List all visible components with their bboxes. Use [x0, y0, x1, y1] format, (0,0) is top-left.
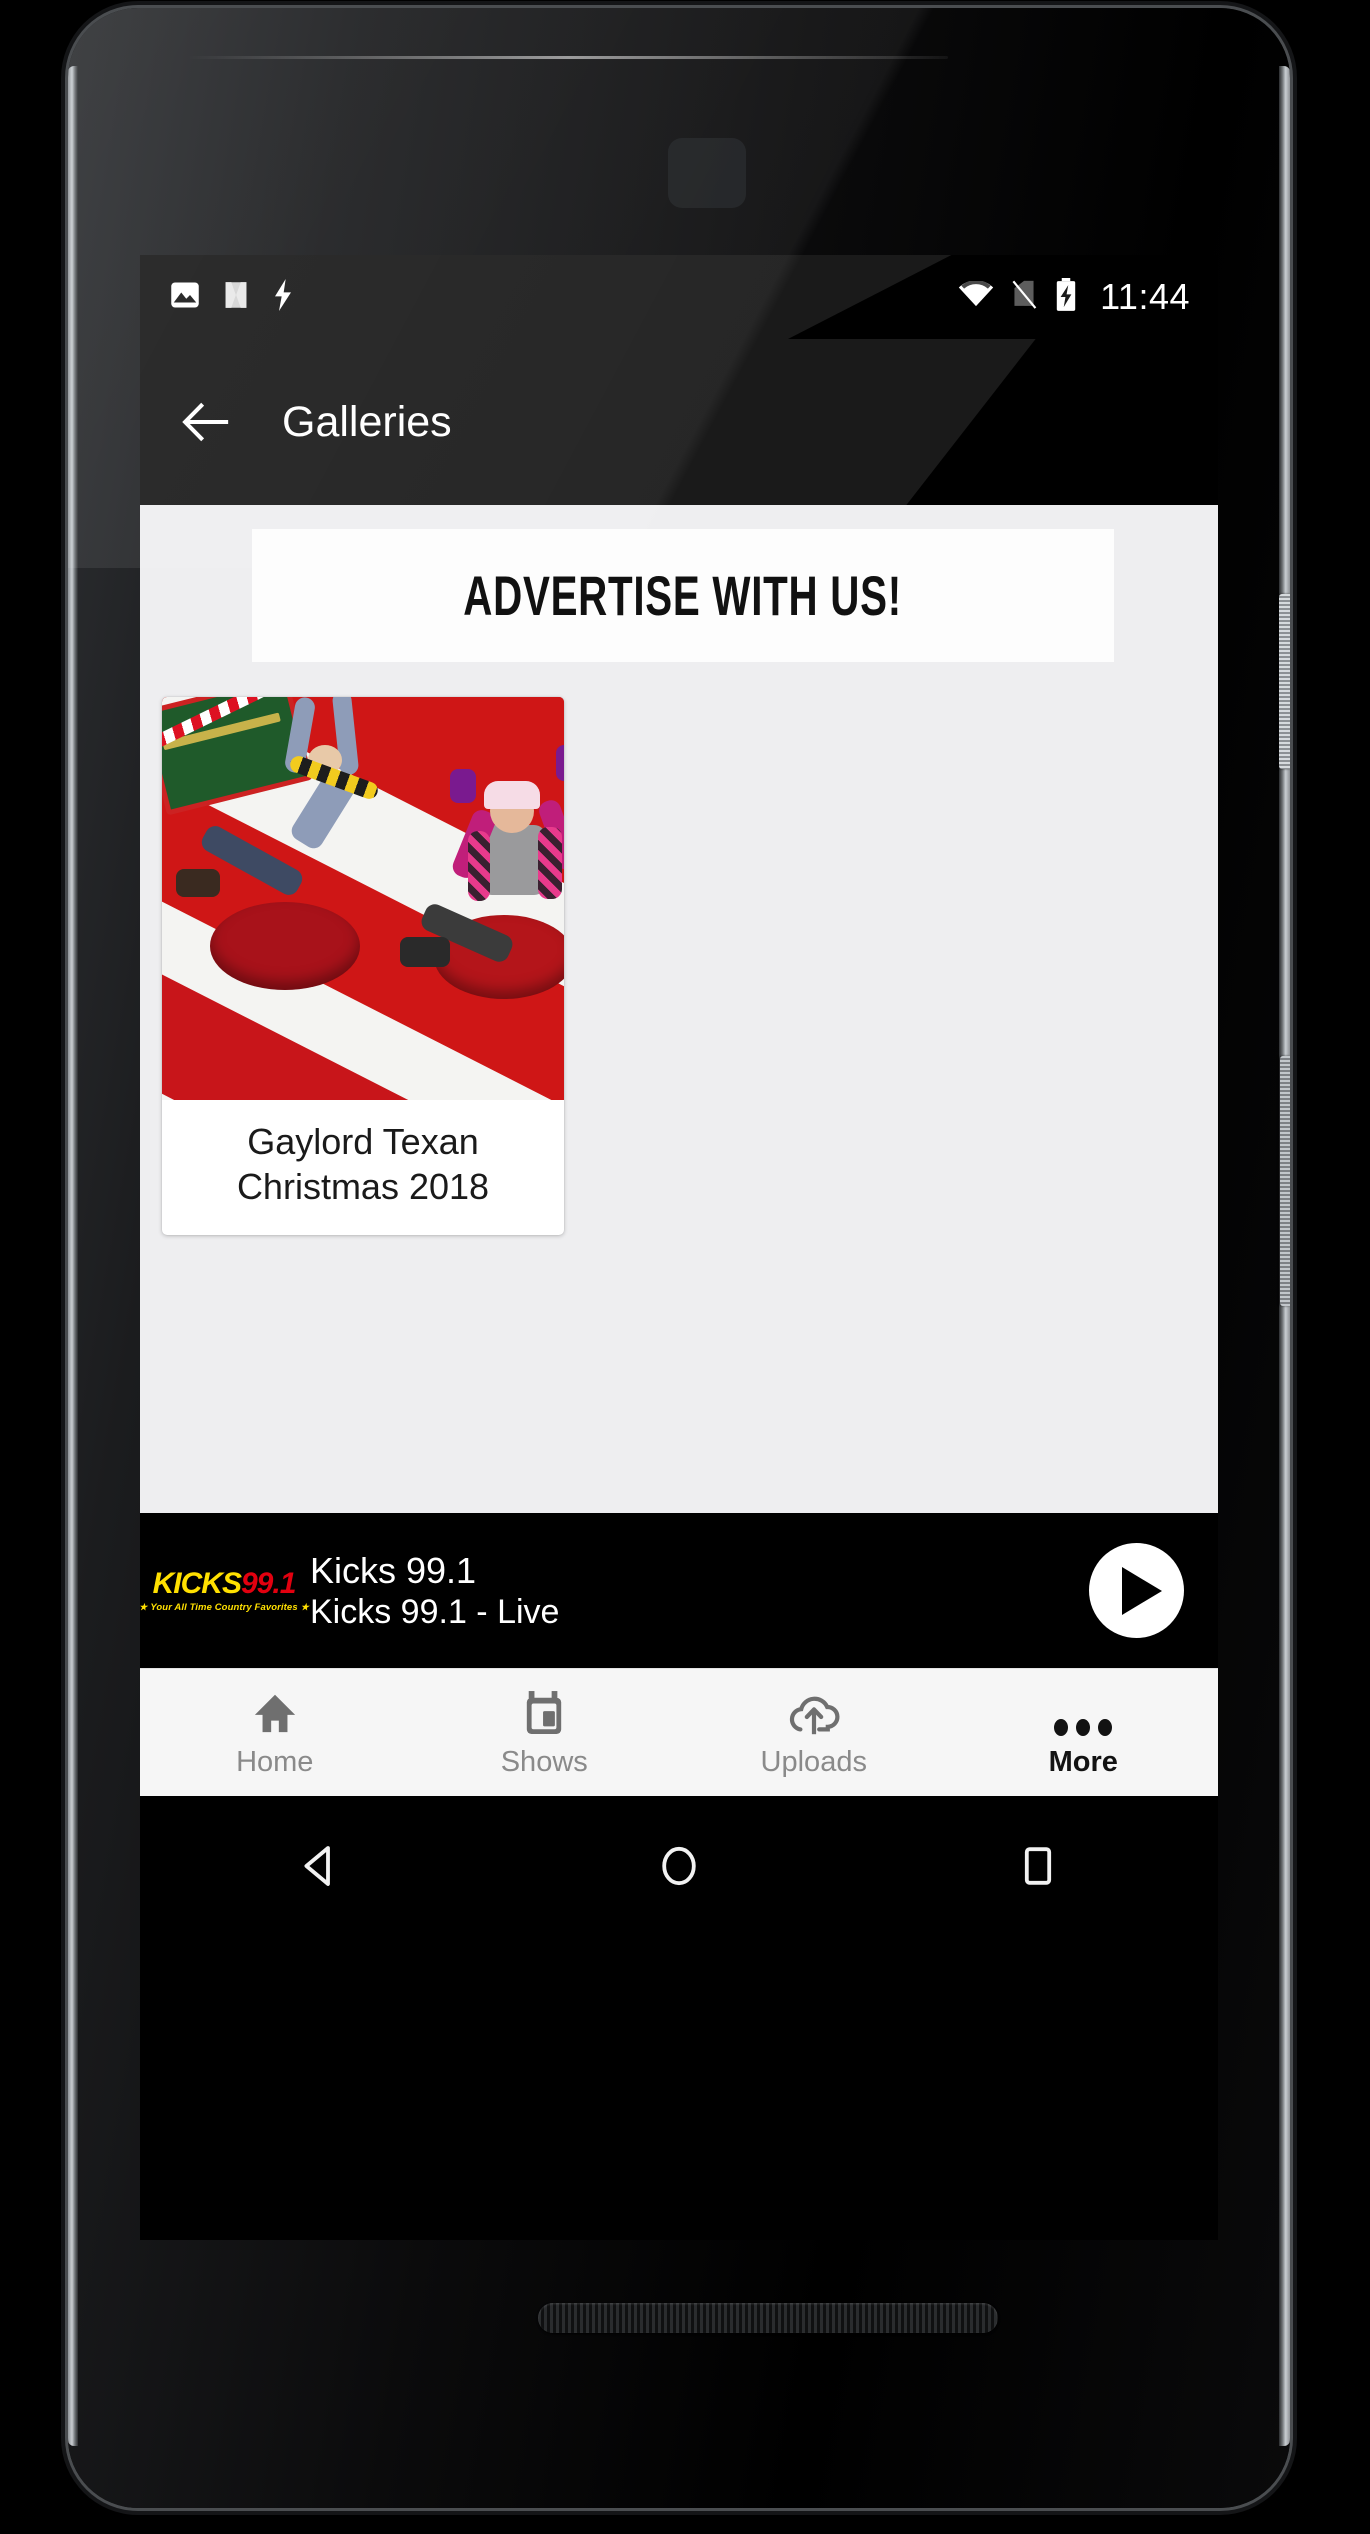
right-kid-glove-b	[556, 745, 564, 781]
station-logo-tagline-row: ★ Your All Time Country Favorites ★	[140, 1602, 309, 1613]
gallery-grid: Gaylord Texan Christmas 2018	[162, 697, 1196, 1236]
triangle-back-icon	[304, 1846, 330, 1886]
back-button[interactable]	[174, 389, 240, 455]
gallery-card[interactable]: Gaylord Texan Christmas 2018	[162, 697, 564, 1236]
tubing-photo	[162, 697, 564, 1100]
gallery-title-line-2: Christmas 2018	[236, 1165, 490, 1207]
gallery-title-line-1: Gaylord Texan	[247, 1121, 479, 1162]
arrow-left-icon	[182, 402, 229, 442]
battery-charging-icon	[1054, 277, 1078, 317]
right-kid-glove-a	[450, 769, 476, 803]
nav-item-more[interactable]: More	[949, 1669, 1219, 1796]
home-icon	[252, 1688, 298, 1736]
player-now-playing: Kicks 99.1 Kicks 99.1 - Live	[304, 1549, 1089, 1631]
station-logo-tagline: Your All Time Country Favorites	[150, 1601, 298, 1613]
circle-home-icon	[662, 1846, 696, 1886]
nav-item-shows[interactable]: Shows	[410, 1669, 680, 1796]
radio-icon	[523, 1688, 565, 1736]
nav-label-uploads: Uploads	[760, 1746, 867, 1778]
android-nougat-icon	[222, 280, 250, 315]
android-recents-button[interactable]	[988, 1816, 1088, 1916]
station-logo-number: 99.1	[240, 1566, 296, 1600]
photo-icon	[170, 280, 200, 315]
page-title: Galleries	[282, 397, 452, 446]
no-sim-icon	[1010, 280, 1038, 315]
player-subtitle: Kicks 99.1 - Live	[310, 1592, 560, 1631]
wifi-icon	[958, 279, 994, 314]
play-icon	[1121, 1566, 1162, 1615]
status-clock: 11:44	[1100, 276, 1190, 317]
android-home-button[interactable]	[629, 1816, 729, 1916]
right-kid-boot	[400, 937, 450, 967]
nav-item-home[interactable]: Home	[140, 1669, 410, 1796]
player-title: Kicks 99.1	[310, 1549, 477, 1591]
lightning-bolt-icon	[272, 278, 294, 316]
nav-label-home: Home	[236, 1746, 314, 1778]
ad-banner-text: ADVERTISE WITH US!	[463, 564, 903, 627]
status-bar-right-icons: 11:44	[958, 276, 1190, 318]
left-tube	[210, 902, 360, 990]
right-kid-vest-a	[468, 831, 490, 901]
play-button[interactable]	[1089, 1543, 1184, 1638]
status-bar: 11:44	[140, 255, 1218, 339]
android-navigation-bar	[140, 1796, 1218, 1936]
cloud-upload-icon	[788, 1688, 840, 1736]
proximity-sensor	[668, 138, 746, 208]
status-bar-left-icons	[170, 278, 294, 316]
station-logo-kicks: KICKS	[152, 1566, 242, 1600]
phone-left-rail	[68, 66, 78, 2446]
bezel-highlight	[188, 56, 948, 59]
nav-label-more: More	[1048, 1746, 1118, 1778]
more-dots-icon	[1054, 1688, 1113, 1736]
gallery-card-caption: Gaylord Texan Christmas 2018	[162, 1100, 564, 1235]
right-kid-hat	[484, 781, 540, 809]
android-back-button[interactable]	[270, 1816, 370, 1916]
nav-item-uploads[interactable]: Uploads	[679, 1669, 949, 1796]
square-recents-icon	[1025, 1847, 1052, 1885]
bottom-navigation: Home Shows Uploads More	[140, 1668, 1218, 1796]
station-logo-wordmark: KICKS99.1	[152, 1566, 297, 1600]
phone-screen: 11:44 Galleries ADVERTISE WITH US! Gaylo…	[140, 255, 1218, 2240]
advertise-with-us-banner[interactable]: ADVERTISE WITH US!	[252, 529, 1114, 662]
gallery-thumbnail	[162, 697, 564, 1100]
nav-label-shows: Shows	[500, 1746, 588, 1778]
power-button[interactable]	[1279, 594, 1290, 769]
app-bar: Galleries	[140, 339, 1218, 505]
player-bar: KICKS99.1 ★ Your All Time Country Favori…	[140, 1513, 1218, 1668]
left-kid-boot	[176, 869, 220, 897]
volume-button[interactable]	[1280, 1056, 1290, 1306]
galleries-content: ADVERTISE WITH US! Gaylord Texan Christm…	[140, 505, 1218, 1513]
station-logo: KICKS99.1 ★ Your All Time Country Favori…	[140, 1559, 309, 1622]
star-icon-left: ★	[140, 1602, 147, 1613]
phone-frame: 11:44 Galleries ADVERTISE WITH US! Gaylo…	[68, 8, 1290, 2508]
right-kid-vest-b	[538, 827, 562, 899]
speaker-bottom	[538, 2303, 998, 2333]
